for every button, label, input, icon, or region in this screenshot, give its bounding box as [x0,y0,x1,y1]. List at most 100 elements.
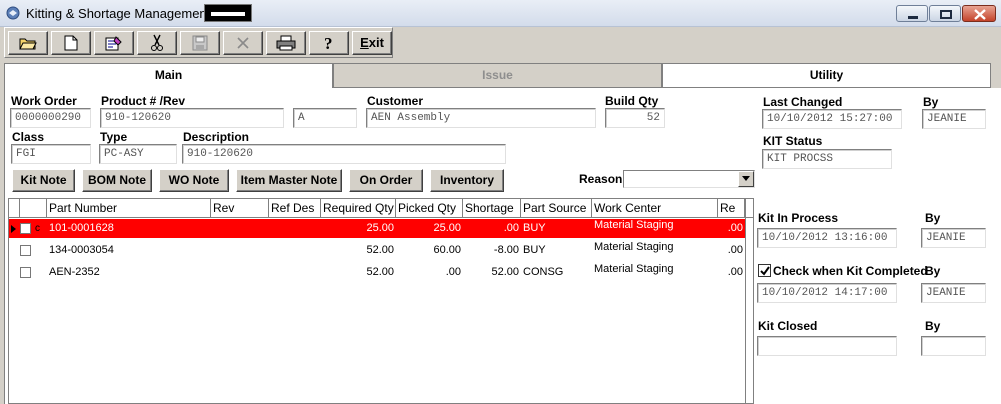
item-master-note-button[interactable]: Item Master Note [236,169,342,192]
col-part-source[interactable]: Part Source [521,199,592,218]
ref-des-cell [271,241,319,260]
part-number-cell: AEN-2352 [49,266,100,278]
type-label: Type [100,130,128,144]
minimize-button[interactable] [896,5,928,22]
tab-main[interactable]: Main [4,63,333,89]
kit-completed-by-field[interactable]: JEANIE [921,283,986,303]
kit-status-label: KIT Status [763,134,823,148]
build-qty-field[interactable]: 52 [605,108,665,128]
last-changed-by-label: By [923,95,939,109]
shortage-cell: -8.00 [493,244,519,256]
row-checkbox[interactable] [20,245,31,256]
description-field[interactable]: 910-120620 [182,144,506,164]
work-center-cell: Material Staging [594,263,674,275]
table-row[interactable]: c 101-0001628 25.00 25.00 .00 BUY Materi… [9,219,745,238]
edit-button[interactable] [94,31,134,55]
row-checkbox[interactable] [20,267,31,278]
kit-status-field[interactable]: KIT PROCSS [762,149,892,169]
close-icon [974,9,986,20]
open-folder-icon [19,38,37,50]
delete-x-icon [237,37,249,49]
scissors-icon [151,34,163,51]
kit-closed-label: Kit Closed [758,319,818,333]
col-required-qty[interactable]: Required Qty [321,199,396,218]
kit-in-process-by-field[interactable]: JEANIE [921,228,986,248]
kit-in-process-label: Kit In Process [758,211,839,225]
shortage-cell: 52.00 [491,266,519,278]
title-indicator [204,4,252,22]
work-order-field[interactable]: 0000000290 [10,108,91,128]
new-button[interactable] [51,31,91,55]
tab-issue[interactable]: Issue [333,63,662,88]
required-qty-cell: 52.00 [366,266,394,278]
close-button[interactable] [962,5,996,22]
required-qty-cell: 25.00 [366,222,394,234]
tab-utility[interactable]: Utility [662,63,991,88]
tab-issue-label: Issue [482,68,513,82]
edit-icon [105,36,122,51]
printer-icon [276,35,296,51]
type-field[interactable]: PC-ASY [99,144,177,164]
table-row[interactable]: AEN-2352 52.00 .00 52.00 CONSG Material … [9,263,745,282]
part-source-cell: BUY [523,222,546,234]
grid-divider [745,199,746,403]
re-cell: .00 [727,244,743,256]
bom-note-button[interactable]: BOM Note [82,169,152,192]
col-part-number[interactable]: Part Number [47,199,211,218]
row-marker: c [35,223,40,234]
kit-in-process-field[interactable]: 10/10/2012 13:16:00 [757,228,897,248]
table-row[interactable]: 134-0003054 52.00 60.00 -8.00 BUY Materi… [9,241,745,260]
work-order-label: Work Order [11,94,77,108]
exit-button[interactable]: Exit [352,31,392,55]
kit-note-button[interactable]: Kit Note [12,169,75,192]
col-picked-qty[interactable]: Picked Qty [396,199,463,218]
delete-button[interactable] [223,31,263,55]
description-label: Description [183,130,250,144]
rev-field[interactable]: A [293,108,357,128]
col-shortage[interactable]: Shortage [463,199,521,218]
part-source-cell: CONSG [523,266,564,278]
col-ref-des[interactable]: Ref Des [269,199,321,218]
svg-text:?: ? [324,34,333,52]
grid-header: Part Number Rev Ref Des Required Qty Pic… [9,199,753,218]
col-re[interactable]: Re [718,199,745,218]
reason-dropdown-button[interactable] [738,171,754,187]
kit-closed-by-field[interactable] [921,336,986,356]
last-changed-field[interactable]: 10/10/2012 15:27:00 [762,109,902,129]
wo-note-button[interactable]: WO Note [159,169,229,192]
part-source-cell: BUY [523,244,546,256]
restore-button[interactable] [929,5,961,22]
picked-qty-cell: 25.00 [433,222,461,234]
cut-button[interactable] [137,31,177,55]
picked-qty-cell: 60.00 [433,244,461,256]
toolbar: ? Exit [4,27,393,58]
reason-select[interactable] [623,170,755,188]
product-label: Product # /Rev [101,94,186,108]
col-rev[interactable]: Rev [211,199,269,218]
picked-qty-cell: .00 [445,266,461,278]
row-checkbox[interactable] [20,223,31,234]
inventory-button[interactable]: Inventory [430,169,504,192]
part-number-cell: 134-0003054 [49,244,114,256]
header-check [20,199,47,218]
help-button[interactable]: ? [309,31,349,55]
tab-utility-label: Utility [809,68,844,82]
re-cell: .00 [727,266,743,278]
open-button[interactable] [8,31,48,55]
customer-field[interactable]: AEN Assembly [366,108,596,128]
app-icon [6,6,20,20]
col-work-center[interactable]: Work Center [592,199,718,218]
class-field[interactable]: FGI [11,144,91,164]
on-order-button[interactable]: On Order [349,169,423,192]
kit-completed-date-field[interactable]: 10/10/2012 14:17:00 [757,283,897,303]
class-label: Class [12,130,45,144]
last-changed-by-field[interactable]: JEANIE [922,109,986,129]
product-field[interactable]: 910-120620 [100,108,284,128]
rev-cell [213,263,267,282]
chevron-down-icon [742,176,750,181]
kit-completed-checkbox[interactable] [758,264,771,277]
kit-in-process-by-label: By [925,211,941,225]
save-button[interactable] [180,31,220,55]
kit-closed-field[interactable] [757,336,897,356]
print-button[interactable] [266,31,306,55]
